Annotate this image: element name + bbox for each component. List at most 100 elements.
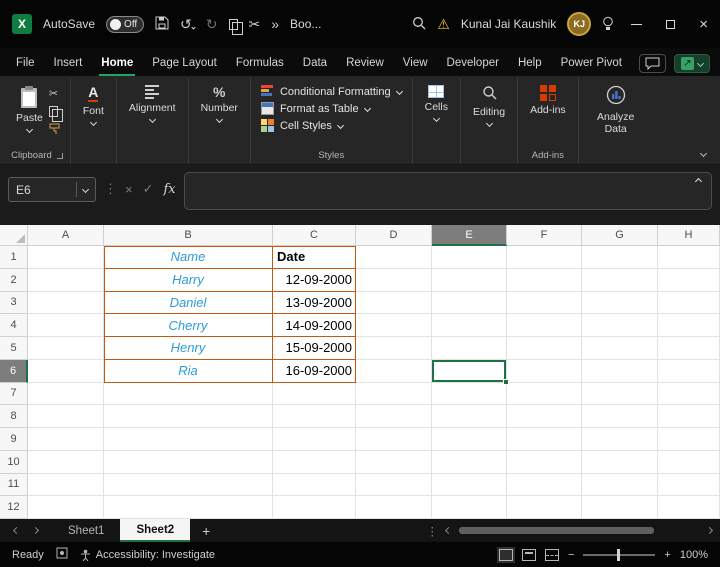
- cell-c2[interactable]: 12-09-2000: [273, 269, 356, 292]
- cell[interactable]: [432, 428, 507, 451]
- horizontal-scrollbar[interactable]: [459, 527, 699, 535]
- dialog-launcher-icon[interactable]: [57, 153, 63, 159]
- row-header-6[interactable]: 6: [0, 360, 28, 383]
- excel-logo-icon[interactable]: X: [12, 14, 32, 34]
- page-break-view-icon[interactable]: [545, 549, 559, 561]
- close-button[interactable]: ×: [699, 16, 708, 33]
- cell[interactable]: [273, 496, 356, 519]
- row-header-5[interactable]: 5: [0, 337, 28, 360]
- cell[interactable]: [356, 405, 432, 428]
- cells-button[interactable]: Cells: [421, 81, 452, 125]
- cell[interactable]: [658, 496, 720, 519]
- cell-b3[interactable]: Daniel: [104, 292, 273, 315]
- row-header-1[interactable]: 1: [0, 246, 28, 269]
- cell[interactable]: [658, 405, 720, 428]
- save-icon[interactable]: [155, 16, 169, 32]
- cell[interactable]: [273, 451, 356, 474]
- row-header-12[interactable]: 12: [0, 496, 28, 519]
- cell[interactable]: [507, 246, 582, 269]
- cell[interactable]: [356, 428, 432, 451]
- cell[interactable]: [28, 337, 104, 360]
- addins-button[interactable]: Add-ins: [526, 81, 570, 120]
- cell[interactable]: [432, 383, 507, 406]
- cell[interactable]: [432, 451, 507, 474]
- cell[interactable]: [273, 474, 356, 497]
- name-box[interactable]: E6: [8, 177, 96, 202]
- cell[interactable]: [582, 496, 658, 519]
- cell[interactable]: [582, 474, 658, 497]
- undo-icon[interactable]: ↺: [180, 17, 195, 31]
- cell-b6[interactable]: Ria: [104, 360, 273, 383]
- select-all-corner[interactable]: [0, 225, 28, 246]
- tab-page-layout[interactable]: Page Layout: [150, 52, 219, 76]
- collapse-ribbon-icon[interactable]: [700, 150, 707, 157]
- cell[interactable]: [356, 451, 432, 474]
- toolbar-overflow-icon[interactable]: »: [271, 17, 279, 31]
- cell-b2[interactable]: Harry: [104, 269, 273, 292]
- comments-button[interactable]: [639, 54, 666, 73]
- sheet-nav-right-icon[interactable]: [32, 527, 39, 534]
- scroll-left-icon[interactable]: [445, 527, 452, 534]
- cut-icon[interactable]: ✂: [49, 87, 60, 100]
- tab-insert[interactable]: Insert: [52, 52, 85, 76]
- fill-handle[interactable]: [503, 379, 509, 385]
- cell[interactable]: [582, 246, 658, 269]
- expand-formula-bar-icon[interactable]: [695, 178, 702, 185]
- cell[interactable]: [104, 496, 273, 519]
- scrollbar-thumb[interactable]: [459, 527, 654, 534]
- sheet-nav-left-icon[interactable]: [13, 527, 20, 534]
- cell[interactable]: [582, 337, 658, 360]
- zoom-in-icon[interactable]: +: [664, 549, 670, 561]
- redo-icon[interactable]: ↻: [206, 17, 218, 31]
- cell[interactable]: [582, 360, 658, 383]
- page-layout-view-icon[interactable]: [522, 549, 536, 561]
- cell[interactable]: [658, 383, 720, 406]
- cell-c5[interactable]: 15-09-2000: [273, 337, 356, 360]
- accessibility-status[interactable]: Accessibility: Investigate: [80, 549, 215, 561]
- col-header-a[interactable]: A: [28, 225, 104, 246]
- cell[interactable]: [658, 246, 720, 269]
- cell[interactable]: [104, 474, 273, 497]
- cell[interactable]: [507, 314, 582, 337]
- scroll-right-icon[interactable]: [706, 527, 713, 534]
- number-button[interactable]: % Number: [197, 81, 242, 126]
- editing-button[interactable]: Editing: [469, 81, 509, 130]
- alignment-button[interactable]: Alignment: [125, 81, 180, 126]
- cell[interactable]: [432, 405, 507, 428]
- cell[interactable]: [28, 360, 104, 383]
- cell[interactable]: [356, 269, 432, 292]
- cell[interactable]: [28, 405, 104, 428]
- cell[interactable]: [507, 496, 582, 519]
- cell[interactable]: [356, 360, 432, 383]
- paste-button[interactable]: Paste: [12, 81, 47, 136]
- cell[interactable]: [658, 337, 720, 360]
- cell[interactable]: [356, 474, 432, 497]
- cell[interactable]: [273, 405, 356, 428]
- tab-formulas[interactable]: Formulas: [234, 52, 286, 76]
- avatar[interactable]: KJ: [567, 12, 591, 36]
- cell-c1-date-header[interactable]: Date: [273, 246, 356, 269]
- cell[interactable]: [582, 383, 658, 406]
- tab-file[interactable]: File: [14, 52, 37, 76]
- row-header-8[interactable]: 8: [0, 405, 28, 428]
- row-header-3[interactable]: 3: [0, 292, 28, 315]
- cell-b1-name-header[interactable]: Name: [104, 246, 273, 269]
- col-header-b[interactable]: B: [104, 225, 273, 246]
- cell[interactable]: [582, 428, 658, 451]
- cell[interactable]: [432, 474, 507, 497]
- tab-review[interactable]: Review: [344, 52, 386, 76]
- insert-function-icon[interactable]: fx: [164, 182, 176, 197]
- add-sheet-button[interactable]: +: [190, 523, 222, 539]
- cell[interactable]: [273, 383, 356, 406]
- zoom-slider-thumb[interactable]: [617, 549, 620, 561]
- drag-dots-icon[interactable]: ⋮: [104, 181, 117, 197]
- cell[interactable]: [28, 496, 104, 519]
- cell[interactable]: [28, 474, 104, 497]
- col-header-d[interactable]: D: [356, 225, 432, 246]
- cell[interactable]: [582, 451, 658, 474]
- cell[interactable]: [582, 314, 658, 337]
- format-as-table-button[interactable]: Format as Table: [261, 102, 402, 115]
- cell[interactable]: [104, 451, 273, 474]
- cell[interactable]: [432, 496, 507, 519]
- cell-b4[interactable]: Cherry: [104, 314, 273, 337]
